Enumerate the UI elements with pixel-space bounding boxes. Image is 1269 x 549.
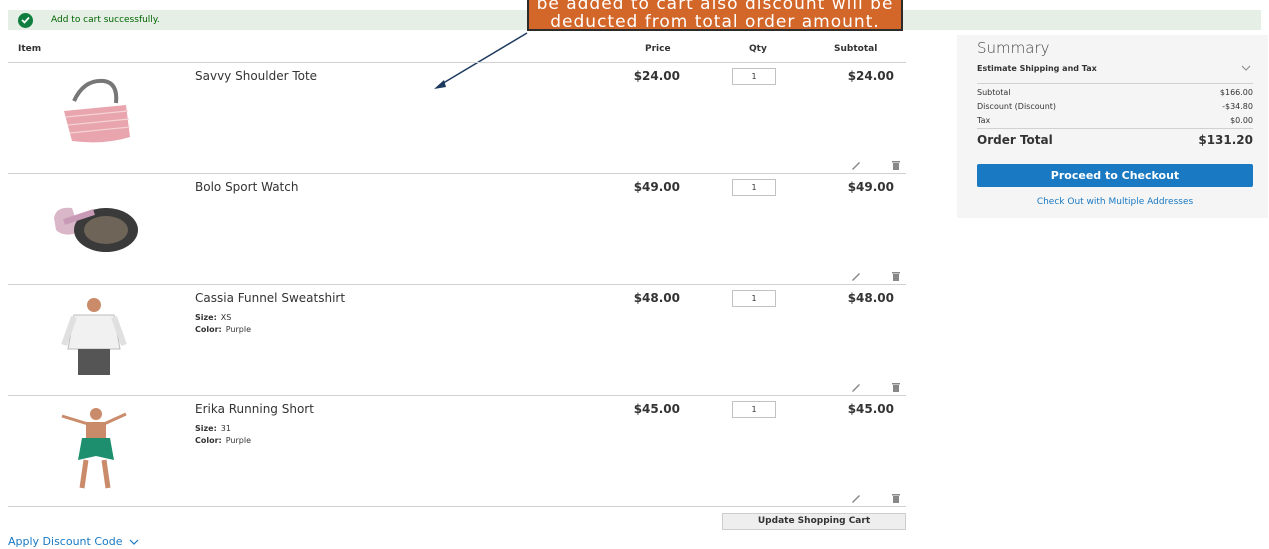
chevron-down-icon[interactable] bbox=[129, 535, 139, 548]
product-option-color: Color: Purple bbox=[195, 436, 252, 445]
estimate-shipping-toggle[interactable]: Estimate Shipping and Tax bbox=[977, 64, 1253, 84]
product-option-size: Size: XS bbox=[195, 313, 232, 322]
product-price: $45.00 bbox=[633, 402, 680, 416]
header-qty: Qty bbox=[749, 44, 767, 54]
apply-discount-toggle[interactable]: Apply Discount Code bbox=[8, 535, 139, 548]
product-option-size: Size: 31 bbox=[195, 424, 231, 433]
summary-tax-label: Tax bbox=[977, 116, 991, 125]
cart-item-row: Savvy Shoulder Tote $24.00 1 $24.00 bbox=[8, 63, 906, 174]
trash-icon[interactable] bbox=[890, 378, 902, 392]
trash-icon[interactable] bbox=[890, 267, 902, 281]
product-image-watch[interactable] bbox=[44, 182, 144, 272]
summary-subtotal-value: $166.00 bbox=[1219, 88, 1253, 97]
summary-discount-row: Discount (Discount) -$34.80 bbox=[977, 102, 1253, 111]
cart-item-row: Bolo Sport Watch $49.00 1 $49.00 bbox=[8, 174, 906, 285]
cart-item-row: Erika Running Short Size: 31 Color: Purple… bbox=[8, 396, 906, 507]
edit-icon[interactable] bbox=[850, 267, 862, 281]
annotation-callout: be added to cart also discount will be d… bbox=[527, 0, 903, 31]
header-price: Price bbox=[645, 44, 671, 54]
qty-input[interactable]: 1 bbox=[732, 290, 776, 307]
apply-discount-label[interactable]: Apply Discount Code bbox=[8, 535, 123, 548]
product-price: $49.00 bbox=[633, 180, 680, 194]
summary-tax-value: $0.00 bbox=[1230, 116, 1253, 125]
product-price: $48.00 bbox=[633, 291, 680, 305]
edit-icon[interactable] bbox=[850, 489, 862, 503]
edit-icon[interactable] bbox=[850, 156, 862, 170]
summary-discount-value: -$34.80 bbox=[1222, 102, 1253, 111]
product-image-tote[interactable] bbox=[44, 71, 144, 161]
order-total-row: Order Total $131.20 bbox=[977, 133, 1253, 147]
qty-input[interactable]: 1 bbox=[732, 179, 776, 196]
summary-subtotal-label: Subtotal bbox=[977, 88, 1011, 97]
summary-discount-label: Discount (Discount) bbox=[977, 102, 1057, 111]
product-name[interactable]: Bolo Sport Watch bbox=[195, 180, 298, 194]
summary-title: Summary bbox=[977, 39, 1050, 57]
update-cart-button[interactable]: Update Shopping Cart bbox=[722, 513, 906, 530]
summary-divider bbox=[977, 128, 1253, 129]
trash-icon[interactable] bbox=[890, 156, 902, 170]
cart-table-header: Item Price Qty Subtotal bbox=[8, 44, 906, 60]
product-subtotal: $48.00 bbox=[847, 291, 894, 305]
product-price: $24.00 bbox=[633, 69, 680, 83]
trash-icon[interactable] bbox=[890, 489, 902, 503]
cart-item-row: Cassia Funnel Sweatshirt Size: XS Color: P… bbox=[8, 285, 906, 396]
product-name[interactable]: Cassia Funnel Sweatshirt bbox=[195, 291, 345, 305]
product-image-shorts[interactable] bbox=[44, 404, 144, 494]
check-icon bbox=[18, 12, 33, 28]
header-item: Item bbox=[18, 44, 42, 54]
proceed-to-checkout-button[interactable]: Proceed to Checkout bbox=[977, 164, 1253, 187]
qty-input[interactable]: 1 bbox=[732, 68, 776, 85]
order-total-value: $131.20 bbox=[1198, 133, 1253, 147]
multiple-addresses-link[interactable]: Check Out with Multiple Addresses bbox=[977, 197, 1253, 207]
summary-tax-row: Tax $0.00 bbox=[977, 116, 1253, 125]
product-subtotal: $24.00 bbox=[847, 69, 894, 83]
order-summary: Summary Estimate Shipping and Tax Subtot… bbox=[957, 35, 1268, 218]
product-image-sweatshirt[interactable] bbox=[44, 293, 144, 383]
qty-input[interactable]: 1 bbox=[732, 401, 776, 418]
edit-icon[interactable] bbox=[850, 378, 862, 392]
header-subtotal: Subtotal bbox=[834, 44, 878, 54]
estimate-shipping-label[interactable]: Estimate Shipping and Tax bbox=[977, 64, 1097, 73]
chevron-down-icon[interactable] bbox=[1241, 64, 1251, 73]
product-subtotal: $45.00 bbox=[847, 402, 894, 416]
callout-line-2: deducted from total order amount. bbox=[550, 12, 880, 32]
product-name[interactable]: Erika Running Short bbox=[195, 402, 314, 416]
product-name[interactable]: Savvy Shoulder Tote bbox=[195, 69, 317, 83]
product-subtotal: $49.00 bbox=[847, 180, 894, 194]
success-message-text: Add to cart successfully. bbox=[51, 15, 160, 25]
product-option-color: Color: Purple bbox=[195, 325, 252, 334]
summary-subtotal-row: Subtotal $166.00 bbox=[977, 88, 1253, 97]
order-total-label: Order Total bbox=[977, 133, 1053, 147]
